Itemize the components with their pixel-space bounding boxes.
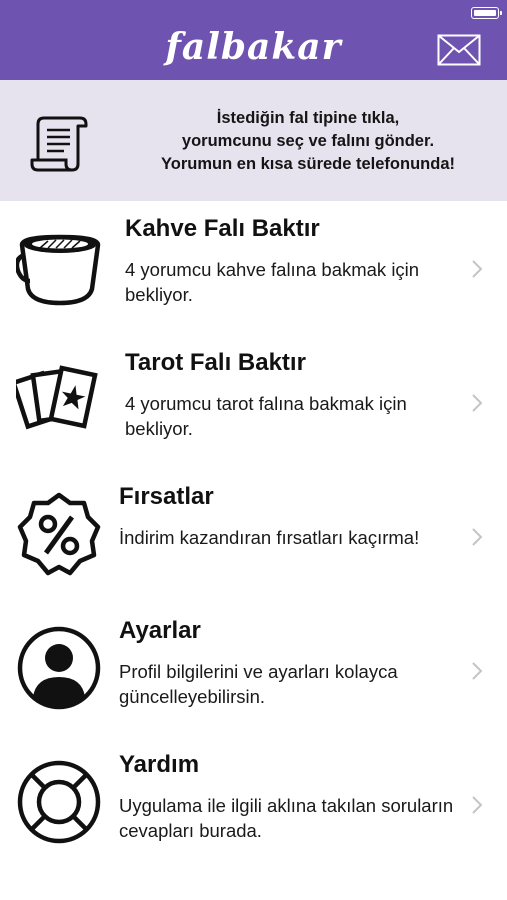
battery-icon	[471, 7, 502, 19]
menu-item-description: İndirim kazandıran fırsatları kaçırma!	[119, 527, 420, 548]
chevron-right-icon	[472, 394, 483, 412]
chevron-right-icon	[472, 528, 483, 546]
app-title: falbakar	[165, 26, 342, 68]
menu-item-description: 4 yorumcu kahve falına bakmak için bekli…	[125, 259, 420, 305]
chevron-right-icon	[472, 260, 483, 278]
chevron-right-icon	[472, 796, 483, 814]
app-header: falbakar	[0, 0, 507, 80]
menu-item-title: Yardım	[119, 751, 200, 778]
menu-item-description: 4 yorumcu tarot falına bakmak için bekli…	[125, 393, 407, 439]
banner-line-3: Yorumun en kısa sürede telefonunda!	[161, 155, 455, 173]
menu-item-title: Ayarlar	[119, 617, 201, 644]
banner-line-2: yorumcunu seç ve falını gönder.	[181, 132, 435, 150]
discount-badge-icon	[17, 492, 101, 576]
menu-item-title: Fırsatlar	[119, 483, 214, 510]
scroll-icon	[30, 116, 88, 172]
tarot-cards-icon	[16, 365, 98, 430]
chevron-right-icon	[472, 662, 483, 680]
main-menu: Kahve Falı Baktır 4 yorumcu kahve falına…	[0, 201, 507, 871]
menu-item-title: Kahve Falı Baktır	[125, 215, 320, 242]
mail-icon[interactable]	[437, 34, 481, 66]
menu-item-coffee[interactable]: Kahve Falı Baktır 4 yorumcu kahve falına…	[0, 201, 507, 335]
banner-line-1: İstediğin fal tipine tıkla,	[216, 109, 400, 127]
coffee-cup-icon	[16, 234, 101, 306]
menu-item-tarot[interactable]: Tarot Falı Baktır 4 yorumcu tarot falına…	[0, 335, 507, 469]
info-banner: İstediğin fal tipine tıkla, yorumcunu se…	[0, 80, 507, 201]
lifebuoy-icon	[17, 760, 101, 844]
menu-item-settings[interactable]: Ayarlar Profil bilgilerini ve ayarları k…	[0, 603, 507, 737]
menu-item-deals[interactable]: Fırsatlar İndirim kazandıran fırsatları …	[0, 469, 507, 603]
menu-item-help[interactable]: Yardım Uygulama ile ilgili aklına takıla…	[0, 737, 507, 871]
user-profile-icon	[17, 626, 101, 710]
menu-item-title: Tarot Falı Baktır	[125, 349, 306, 376]
menu-item-description: Uygulama ile ilgili aklına takılan sorul…	[119, 795, 454, 841]
menu-item-description: Profil bilgilerini ve ayarları kolayca g…	[119, 661, 398, 707]
banner-text: İstediğin fal tipine tıkla, yorumcunu se…	[118, 107, 498, 176]
